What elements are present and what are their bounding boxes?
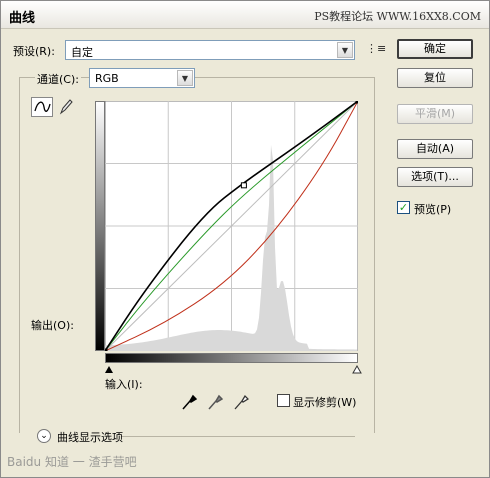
black-point-slider[interactable] [105,366,113,373]
curve-control-point[interactable] [240,182,247,189]
white-point-slider[interactable] [352,364,362,374]
options-button[interactable]: 选项(T)... [397,167,473,187]
preset-value: 自定 [71,46,93,59]
preview-checkbox[interactable]: ✓ [397,201,410,214]
channel-select[interactable]: RGB ▼ [89,68,195,88]
group-border [374,77,375,433]
smooth-button[interactable]: 平滑(M) [397,104,473,124]
display-options-label[interactable]: 曲线显示选项 [57,429,123,445]
ok-button[interactable]: 确定 [397,39,473,59]
curve-edit-tool[interactable] [31,97,53,117]
pencil-tool[interactable] [57,97,75,117]
input-gradient [105,353,358,363]
black-eyedropper-icon[interactable] [181,393,197,411]
preview-label: 预览(P) [414,203,452,216]
white-eyedropper-icon[interactable] [233,393,249,411]
expand-options-icon[interactable]: ⌄ [37,429,51,443]
reset-button[interactable]: 复位 [397,68,473,88]
group-border [19,77,20,433]
output-gradient [95,101,105,351]
output-label: 输出(O): [31,319,74,332]
preset-label: 预设(R): [13,45,55,58]
group-border [121,436,355,437]
show-clipping-label: 显示修剪(W) [293,396,357,409]
baidu-credit-text: Baidu 知道 一 渣手营吧 [7,455,137,469]
auto-button[interactable]: 自动(A) [397,139,473,159]
gray-eyedropper-icon[interactable] [207,393,223,411]
curves-dialog: 曲线 PS教程论坛 WWW.16XX8.COM 预设(R): 自定 ▼ ⋮≡ 确… [0,0,490,478]
title-bar: 曲线 PS教程论坛 WWW.16XX8.COM [1,1,489,29]
show-clipping-checkbox[interactable] [277,394,290,407]
channel-label: 通道(C): [35,71,81,87]
curve-tool-icon [34,101,51,112]
chevron-down-icon[interactable]: ▼ [177,70,193,86]
slider-handles[interactable] [101,363,363,375]
preset-options-icon[interactable]: ⋮≡ [366,43,386,55]
preset-select[interactable]: 自定 ▼ [65,40,355,60]
watermark-text: PS教程论坛 WWW.16XX8.COM [314,10,481,23]
input-label: 输入(I): [105,378,143,391]
pencil-icon [59,99,73,115]
curve-endpoint[interactable] [105,348,108,352]
curve-graph[interactable] [105,101,358,351]
chevron-down-icon[interactable]: ▼ [337,42,353,58]
dialog-title: 曲线 [9,11,36,26]
curve-endpoint[interactable] [355,101,359,104]
channel-value: RGB [95,72,119,85]
